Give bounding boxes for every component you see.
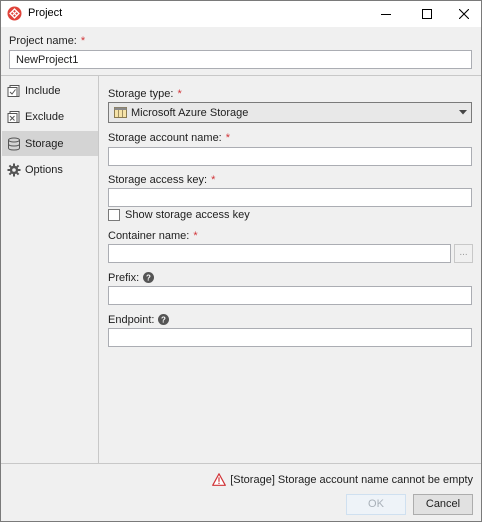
access-key-label: Storage access key: * xyxy=(108,174,216,186)
include-icon xyxy=(7,84,20,97)
endpoint-input[interactable] xyxy=(108,328,472,347)
svg-text:?: ? xyxy=(146,274,151,283)
account-name-label: Storage account name: * xyxy=(108,132,231,144)
prefix-input[interactable] xyxy=(108,286,472,305)
account-name-input[interactable] xyxy=(108,147,472,166)
warning-icon xyxy=(212,473,227,486)
maximize-button[interactable] xyxy=(410,1,444,27)
sidebar-item-include[interactable]: Include xyxy=(2,78,98,103)
validation-text: [Storage] Storage account name cannot be… xyxy=(230,473,473,486)
cancel-button[interactable]: Cancel xyxy=(413,494,473,515)
sidebar-item-label: Options xyxy=(25,163,63,176)
container-name-label: Container name: * xyxy=(108,230,198,242)
validation-message: [Storage] Storage account name cannot be… xyxy=(212,473,473,486)
gear-icon xyxy=(7,163,21,176)
chevron-down-icon xyxy=(455,110,471,115)
minimize-icon xyxy=(381,14,391,15)
required-marker: * xyxy=(225,132,231,144)
window-title: Project xyxy=(28,7,63,19)
close-button[interactable] xyxy=(447,1,481,27)
storage-panel: Storage type: * Microsoft Azure Storage S… xyxy=(99,76,481,463)
required-marker: * xyxy=(193,230,198,242)
browse-container-button[interactable]: ... xyxy=(454,244,473,263)
show-key-checkbox[interactable] xyxy=(108,209,120,221)
storage-type-value: Microsoft Azure Storage xyxy=(131,106,249,119)
required-marker: * xyxy=(80,35,86,47)
storage-type-select[interactable]: Microsoft Azure Storage xyxy=(108,102,472,123)
close-icon xyxy=(459,9,469,19)
ok-button[interactable]: OK xyxy=(346,494,406,515)
exclude-icon xyxy=(7,110,20,123)
required-marker: * xyxy=(211,174,216,186)
app-logo-icon xyxy=(7,6,22,21)
project-dialog: Project Project name:* Inc xyxy=(0,0,482,522)
project-name-input[interactable] xyxy=(9,50,472,69)
storage-type-label: Storage type: * xyxy=(108,88,182,100)
help-icon[interactable]: ? xyxy=(143,272,155,283)
project-name-label: Project name: * xyxy=(9,35,86,47)
minimize-button[interactable] xyxy=(369,1,403,27)
sidebar-item-label: Include xyxy=(25,84,61,97)
show-key-label[interactable]: Show storage access key xyxy=(125,209,250,221)
svg-text:?: ? xyxy=(162,316,167,325)
title-bar: Project xyxy=(1,1,481,27)
container-name-input[interactable] xyxy=(108,244,451,263)
maximize-icon xyxy=(422,9,432,19)
sidebar: Include Exclude Storage Options xyxy=(2,76,98,463)
sidebar-item-storage[interactable]: Storage xyxy=(2,131,98,156)
database-icon xyxy=(8,137,20,151)
sidebar-item-label: Storage xyxy=(25,137,64,150)
azure-storage-icon xyxy=(114,107,127,118)
endpoint-label: Endpoint:? xyxy=(108,314,170,326)
access-key-input[interactable] xyxy=(108,188,472,207)
sidebar-item-exclude[interactable]: Exclude xyxy=(2,104,98,129)
sidebar-item-label: Exclude xyxy=(25,110,65,123)
dialog-footer: [Storage] Storage account name cannot be… xyxy=(1,464,481,521)
sidebar-item-options[interactable]: Options xyxy=(2,157,98,182)
help-icon[interactable]: ? xyxy=(158,314,170,325)
required-marker: * xyxy=(177,88,182,100)
prefix-label: Prefix:? xyxy=(108,272,155,284)
